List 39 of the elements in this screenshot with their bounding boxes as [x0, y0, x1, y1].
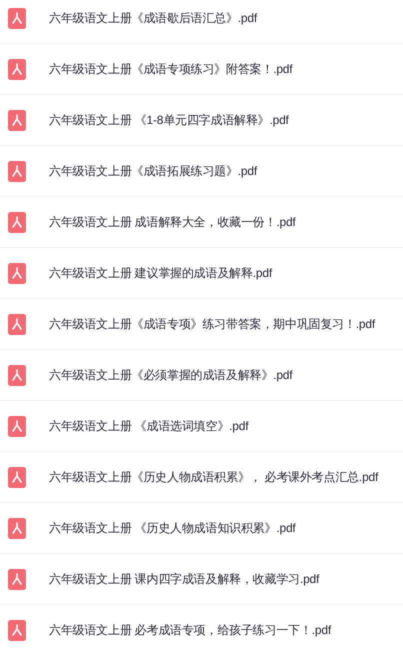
- pdf-file-icon: [8, 416, 26, 436]
- file-row[interactable]: 六年级语文上册《成语歇后语汇总》.pdf: [0, 0, 403, 44]
- file-name: 六年级语文上册 《成语选词填空》.pdf: [49, 418, 248, 434]
- pdf-file-icon: [8, 8, 26, 28]
- pdf-file-icon: [8, 518, 26, 538]
- file-row[interactable]: 六年级语文上册 课内四字成语及解释，收藏学习.pdf: [0, 554, 403, 605]
- file-name: 六年级语文上册 建议掌握的成语及解释.pdf: [49, 264, 272, 282]
- pdf-file-icon: [8, 568, 26, 590]
- file-row[interactable]: 六年级语文上册《历史人物成语积累》， 必考课外考点汇总.pdf: [0, 452, 403, 503]
- file-row[interactable]: 六年级语文上册《成语拓展练习题》.pdf: [0, 146, 403, 197]
- file-name: 六年级语文上册《成语专项》练习带答案，期中巩固复习！.pdf: [49, 316, 376, 332]
- pdf-file-icon: [8, 58, 26, 80]
- file-row[interactable]: 六年级语文上册 《1-8单元四字成语解释》.pdf: [0, 95, 403, 146]
- pdf-file-icon: [8, 314, 26, 334]
- file-row[interactable]: 六年级语文上册《成语专项》练习带答案，期中巩固复习！.pdf: [0, 299, 403, 350]
- pdf-file-icon: [8, 110, 26, 130]
- pdf-file-icon: [8, 364, 26, 386]
- pdf-file-icon: [8, 466, 26, 488]
- pdf-file-icon: [8, 212, 26, 232]
- file-name: 六年级语文上册 《1-8单元四字成语解释》.pdf: [49, 112, 289, 128]
- file-name: 六年级语文上册 必考成语专项，给孩子练习一下！.pdf: [49, 622, 331, 638]
- file-name: 六年级语文上册《必须掌握的成语及解释》.pdf: [49, 366, 292, 384]
- pdf-file-icon: [8, 262, 26, 284]
- file-name: 六年级语文上册《成语歇后语汇总》.pdf: [49, 10, 258, 26]
- file-name: 六年级语文上册 成语解释大全，收藏一份！.pdf: [49, 214, 296, 230]
- file-row[interactable]: 六年级语文上册 成语解释大全，收藏一份！.pdf: [0, 197, 403, 248]
- file-row[interactable]: 六年级语文上册 《历史人物成语知识积累》.pdf: [0, 503, 403, 554]
- file-name: 六年级语文上册《成语专项练习》附答案！.pdf: [49, 60, 292, 78]
- file-row[interactable]: 六年级语文上册 《成语选词填空》.pdf: [0, 401, 403, 452]
- file-name: 六年级语文上册《成语拓展练习题》.pdf: [49, 162, 258, 180]
- file-row[interactable]: 六年级语文上册《必须掌握的成语及解释》.pdf: [0, 350, 403, 401]
- file-name: 六年级语文上册 课内四字成语及解释，收藏学习.pdf: [49, 570, 320, 588]
- file-row[interactable]: 六年级语文上册《成语专项练习》附答案！.pdf: [0, 44, 403, 95]
- file-row[interactable]: 六年级语文上册 建议掌握的成语及解释.pdf: [0, 248, 403, 299]
- file-name: 六年级语文上册 《历史人物成语知识积累》.pdf: [49, 520, 296, 536]
- file-row[interactable]: 六年级语文上册 必考成语专项，给孩子练习一下！.pdf: [0, 605, 403, 648]
- pdf-file-icon: [8, 620, 26, 640]
- pdf-file-icon: [8, 160, 26, 182]
- file-name: 六年级语文上册《历史人物成语积累》， 必考课外考点汇总.pdf: [49, 468, 378, 486]
